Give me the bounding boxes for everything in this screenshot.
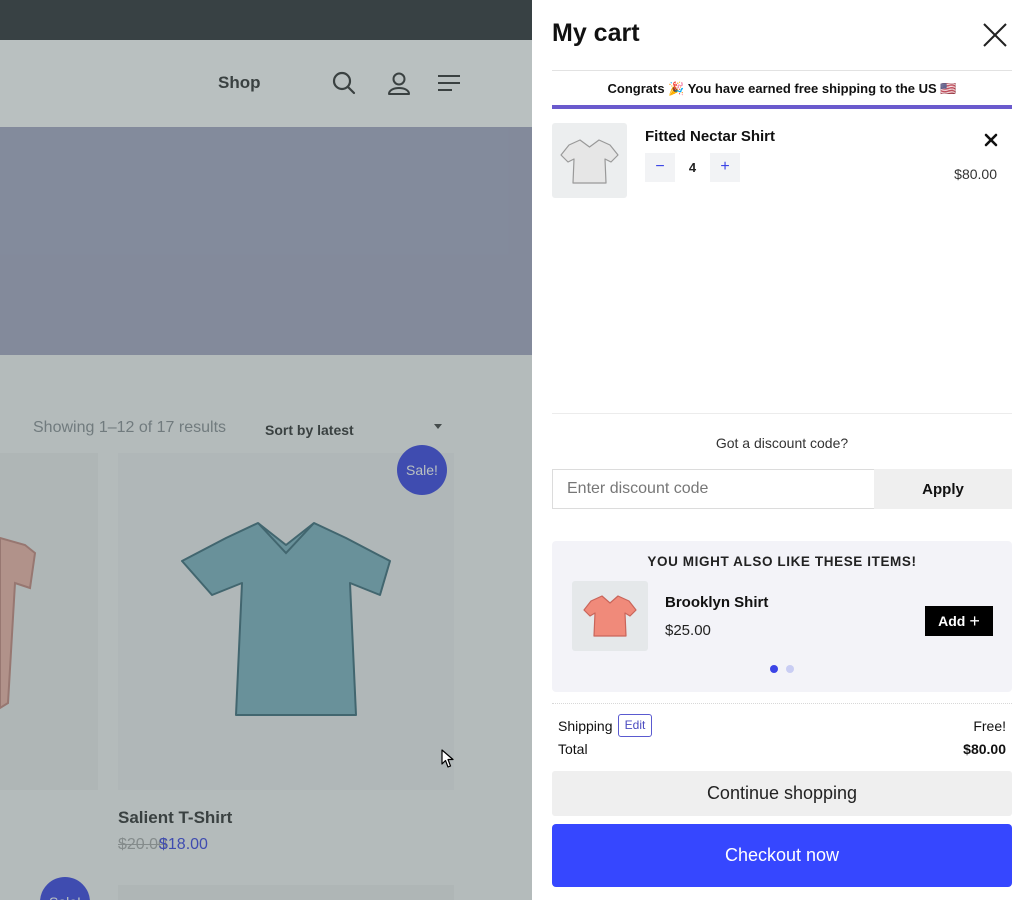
discount-code-input[interactable]	[552, 469, 875, 509]
upsell-item-price: $25.00	[665, 622, 711, 639]
apply-discount-button[interactable]: Apply	[874, 469, 1012, 509]
quantity-stepper: − 4 +	[645, 153, 740, 182]
upsell-title: YOU MIGHT ALSO LIKE THESE ITEMS!	[647, 554, 917, 569]
cart-drawer: My cart Congrats 🎉 You have earned free …	[532, 0, 1030, 900]
upsell-item-name[interactable]: Brooklyn Shirt	[665, 594, 768, 611]
divider	[552, 70, 1012, 71]
cart-item-price: $80.00	[954, 166, 997, 182]
cart-item-image[interactable]	[552, 123, 627, 198]
tshirt-image	[583, 595, 637, 637]
add-button-label: Add	[938, 613, 966, 629]
remove-icon[interactable]	[982, 131, 1000, 149]
total-label: Total	[558, 741, 588, 757]
carousel-dot-2[interactable]	[786, 665, 794, 673]
add-to-cart-button[interactable]: Add +	[925, 606, 993, 636]
plus-icon[interactable]: +	[710, 153, 740, 182]
checkout-button[interactable]: Checkout now	[552, 824, 1012, 887]
cart-item-name[interactable]: Fitted Nectar Shirt	[645, 128, 775, 145]
cart-title: My cart	[552, 19, 640, 47]
shipping-value: Free!	[973, 718, 1006, 734]
divider	[552, 413, 1012, 414]
shipping-label: Shipping	[558, 718, 613, 734]
quantity-value[interactable]: 4	[675, 153, 710, 182]
tshirt-image	[560, 139, 619, 184]
plus-icon: +	[969, 611, 980, 631]
free-shipping-message: Congrats 🎉 You have earned free shipping…	[607, 81, 957, 96]
close-icon[interactable]	[980, 20, 1010, 50]
discount-question: Got a discount code?	[715, 435, 849, 451]
edit-shipping-button[interactable]: Edit	[618, 714, 652, 737]
minus-icon[interactable]: −	[645, 153, 675, 182]
total-value: $80.00	[963, 741, 1006, 757]
cursor-icon	[441, 749, 454, 768]
shipping-progress-bar	[552, 105, 1012, 109]
carousel-dot-1[interactable]	[770, 665, 778, 673]
divider	[552, 703, 1012, 704]
continue-shopping-button[interactable]: Continue shopping	[552, 771, 1012, 816]
upsell-item-image[interactable]	[572, 581, 648, 651]
upsell-section: YOU MIGHT ALSO LIKE THESE ITEMS! Brookly…	[552, 541, 1012, 692]
